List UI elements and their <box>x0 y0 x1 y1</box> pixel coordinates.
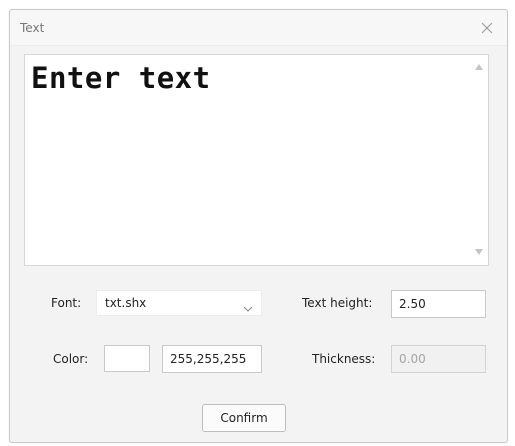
text-content: Enter text <box>31 61 211 95</box>
text-input-area[interactable]: Enter text <box>24 54 489 266</box>
color-value-input[interactable]: 255,255,255 <box>162 345 262 373</box>
dialog-title: Text <box>20 21 45 35</box>
thickness-label: Thickness: <box>312 352 376 366</box>
text-height-value: 2.50 <box>399 297 426 311</box>
triangle-down-icon[interactable] <box>474 247 484 257</box>
font-label: Font: <box>51 296 82 310</box>
close-icon <box>481 19 493 38</box>
triangle-up-icon[interactable] <box>474 62 484 72</box>
chevron-down-icon <box>243 298 253 317</box>
confirm-button[interactable]: Confirm <box>202 404 286 432</box>
color-swatch[interactable] <box>104 345 150 372</box>
close-button[interactable] <box>475 16 499 40</box>
color-value: 255,255,255 <box>170 352 247 366</box>
text-height-input[interactable]: 2.50 <box>391 290 486 318</box>
vertical-scrollbar[interactable] <box>470 55 488 265</box>
text-height-label: Text height: <box>302 296 373 310</box>
title-bar: Text <box>10 10 507 46</box>
font-value: txt.shx <box>105 296 147 310</box>
thickness-value: 0.00 <box>399 352 426 366</box>
thickness-input: 0.00 <box>391 345 486 373</box>
font-select[interactable]: txt.shx <box>96 290 262 316</box>
color-label: Color: <box>53 352 89 366</box>
